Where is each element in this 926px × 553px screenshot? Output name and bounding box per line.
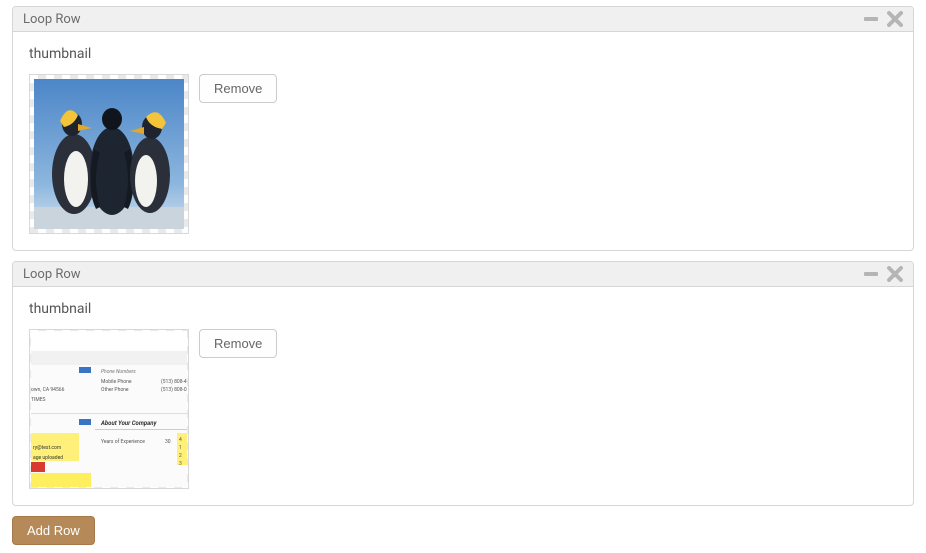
panel-title: Loop Row [23, 267, 81, 282]
field-label: thumbnail [29, 46, 897, 62]
add-row-button[interactable]: Add Row [12, 516, 95, 545]
svg-text:ry@test.com: ry@test.com [33, 445, 62, 451]
panel-actions [863, 266, 903, 282]
svg-text:4: 4 [179, 437, 182, 443]
svg-text:TIMES: TIMES [31, 397, 46, 403]
svg-text:(513) 808-0032: (513) 808-0032 [161, 386, 187, 393]
panel-body: thumbnail [13, 32, 913, 250]
svg-text:age uploaded: age uploaded [33, 455, 63, 461]
close-icon[interactable] [887, 11, 903, 27]
minimize-icon[interactable] [863, 266, 879, 282]
panel-actions [863, 11, 903, 27]
panel-title: Loop Row [23, 12, 81, 27]
svg-text:1: 1 [179, 445, 182, 451]
field-row: Phone Numbers Mobile Phone (513) 808-422… [29, 329, 897, 489]
remove-button[interactable]: Remove [199, 74, 277, 103]
thumbnail-preview[interactable] [29, 74, 189, 234]
panel-header: Loop Row [13, 7, 913, 32]
minimize-icon[interactable] [863, 11, 879, 27]
panel-header: Loop Row [13, 262, 913, 287]
svg-text:3: 3 [179, 461, 182, 467]
svg-text:Mobile Phone: Mobile Phone [101, 379, 132, 385]
panel-body: thumbnail Phone Numbers Mobile Phone (51… [13, 287, 913, 505]
svg-text:own, CA 94566: own, CA 94566 [31, 387, 65, 393]
svg-text:About Your Company: About Your Company [100, 420, 158, 427]
field-row: Remove [29, 74, 897, 234]
svg-text:Other Phone: Other Phone [101, 387, 129, 393]
loop-row-panel: Loop Row thumbnail [12, 6, 914, 251]
field-label: thumbnail [29, 301, 897, 317]
svg-text:Phone Numbers: Phone Numbers [101, 369, 136, 375]
svg-text:Years of Experience: Years of Experience [101, 438, 145, 445]
svg-text:(513) 808-4222: (513) 808-4222 [161, 378, 187, 385]
loop-row-panel: Loop Row thumbnail [12, 261, 914, 506]
remove-button[interactable]: Remove [199, 329, 277, 358]
close-icon[interactable] [887, 266, 903, 282]
svg-text:2: 2 [179, 453, 182, 459]
thumbnail-preview[interactable]: Phone Numbers Mobile Phone (513) 808-422… [29, 329, 189, 489]
add-row-wrap: Add Row [12, 516, 914, 545]
svg-text:30: 30 [165, 439, 171, 445]
